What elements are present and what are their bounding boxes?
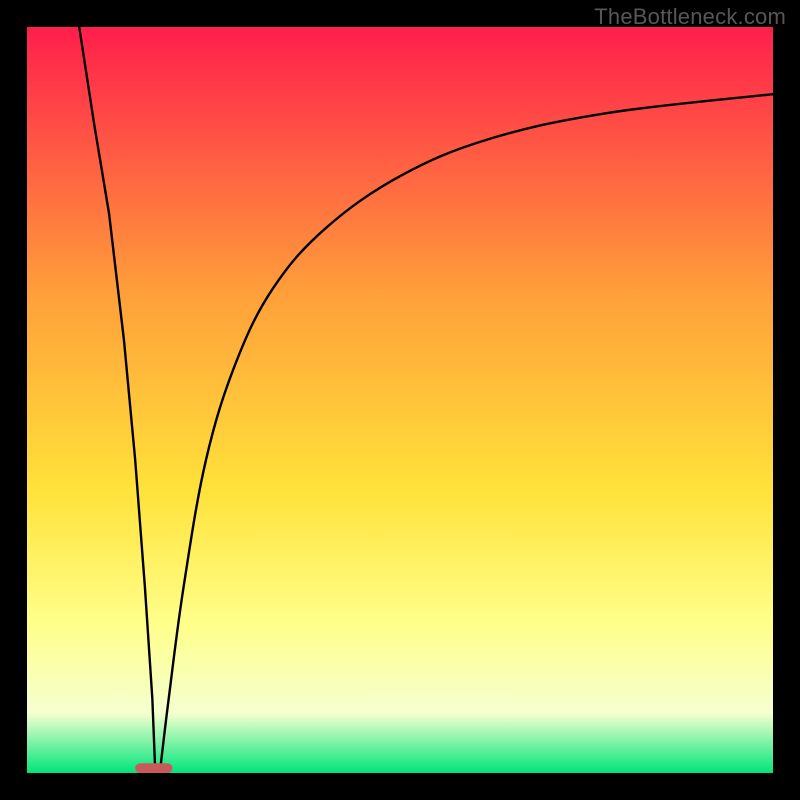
chart-frame [773, 0, 800, 800]
chart-frame [0, 773, 800, 800]
attribution-label: TheBottleneck.com [594, 4, 786, 30]
optimal-marker [135, 763, 172, 773]
chart-svg [0, 0, 800, 800]
chart-gradient-background [27, 27, 773, 773]
chart-frame [0, 0, 27, 800]
bottleneck-chart: TheBottleneck.com [0, 0, 800, 800]
